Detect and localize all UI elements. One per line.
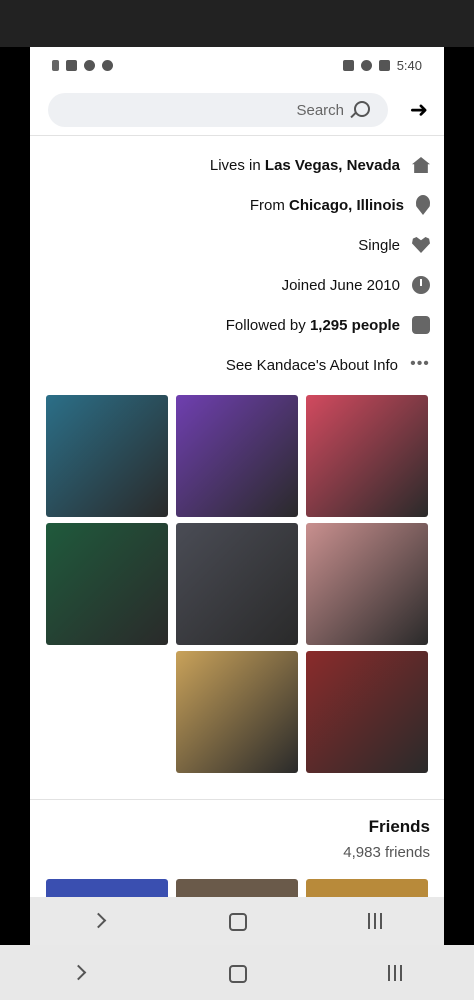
right-border: [444, 47, 474, 945]
about-item-from[interactable]: From Chicago, Illinois: [30, 185, 444, 225]
signal-icon: [66, 59, 77, 71]
about-item-relationship[interactable]: Single: [30, 225, 444, 265]
home-icon: [412, 157, 430, 173]
outer-nav-bar: [0, 945, 474, 1000]
nav-back-icon[interactable]: [67, 961, 91, 985]
nav-home-icon[interactable]: [225, 909, 249, 933]
nav-back-icon[interactable]: [87, 909, 111, 933]
location-pin-icon: [416, 195, 430, 215]
phone-screen: 5:40 Search ➜ Lives in Las Vegas, Nevada…: [30, 47, 444, 945]
photo-8[interactable]: [306, 651, 428, 773]
photo-7[interactable]: [176, 651, 298, 773]
top-black-bar: [0, 0, 474, 47]
about-item-lives[interactable]: Lives in Las Vegas, Nevada: [30, 145, 444, 185]
friends-divider: [30, 799, 444, 800]
about-text: Followed by 1,295 people: [225, 316, 400, 334]
search-icon: [354, 101, 370, 117]
left-border: [0, 47, 30, 945]
status-left-icons: [52, 59, 113, 71]
nav-home-icon[interactable]: [225, 961, 249, 985]
friends-count[interactable]: 4,983 friends: [343, 844, 430, 861]
clock-icon: [412, 276, 430, 294]
about-text: Joined June 2010: [281, 276, 400, 294]
about-text: See Kandace's About Info: [225, 356, 398, 374]
about-item-joined[interactable]: Joined June 2010: [30, 265, 444, 305]
about-item-followers[interactable]: Followed by 1,295 people: [30, 305, 444, 345]
wifi-icon: [84, 59, 95, 71]
rss-icon: [412, 316, 430, 334]
clock-time: 5:40: [396, 57, 422, 73]
heart-icon: [412, 237, 430, 253]
friends-title: Friends: [368, 817, 430, 836]
battery-icon: [52, 59, 59, 71]
photo-4[interactable]: [46, 523, 168, 645]
mail-icon: [378, 59, 390, 71]
status-right-group: 5:40: [342, 57, 422, 73]
notification-icon: [360, 59, 372, 71]
inner-nav-bar: [30, 897, 444, 945]
photo-2[interactable]: [176, 395, 298, 517]
gallery-icon: [342, 59, 354, 71]
nav-recents-icon[interactable]: [383, 961, 407, 985]
header-divider: [30, 135, 444, 136]
about-text: Lives in Las Vegas, Nevada: [209, 156, 400, 174]
back-arrow-icon[interactable]: ➜: [410, 97, 428, 123]
photo-6[interactable]: [306, 523, 428, 645]
see-about-info-link[interactable]: See Kandace's About Info •••: [30, 345, 444, 385]
photo-1[interactable]: [46, 395, 168, 517]
photo-3[interactable]: [306, 395, 428, 517]
about-text: From Chicago, Illinois: [249, 196, 404, 214]
about-list: Lives in Las Vegas, Nevada From Chicago,…: [30, 145, 444, 385]
more-dots-icon: •••: [410, 355, 430, 372]
search-input[interactable]: Search: [48, 93, 388, 127]
status-bar: 5:40: [30, 47, 444, 83]
alarm-icon: [102, 59, 113, 71]
nav-recents-icon[interactable]: [363, 909, 387, 933]
search-placeholder: Search: [296, 102, 344, 119]
about-text: Single: [358, 236, 400, 254]
photo-5[interactable]: [176, 523, 298, 645]
search-row: Search ➜: [30, 89, 444, 133]
